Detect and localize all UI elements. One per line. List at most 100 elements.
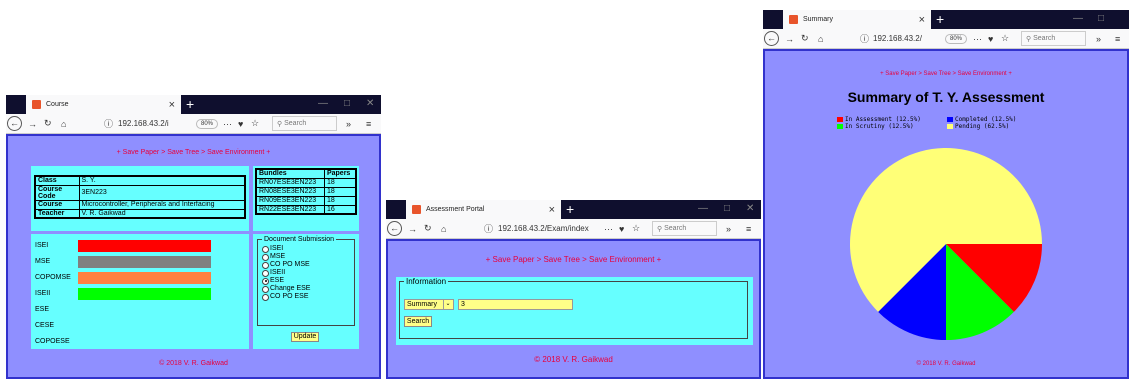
submission-option[interactable]: MSE <box>262 253 350 261</box>
overflow-icon[interactable]: » <box>346 119 351 129</box>
bookmark-icon[interactable]: ☆ <box>632 223 640 234</box>
url-field[interactable]: 192.168.43.2/Exam/index <box>498 224 589 233</box>
year-input[interactable]: 3 <box>458 299 573 310</box>
pocket-icon[interactable]: ♥ <box>619 224 624 234</box>
zoom-indicator[interactable]: 80% <box>196 118 219 129</box>
pocket-icon[interactable]: ♥ <box>238 119 243 129</box>
submission-option[interactable]: CO PO ESE <box>262 293 350 301</box>
maximize-icon[interactable]: □ <box>724 203 730 214</box>
search-icon: ⚲ <box>657 225 665 233</box>
info-label: Course <box>34 199 80 210</box>
radio-icon[interactable] <box>262 261 269 269</box>
page-actions-icon[interactable]: ··· <box>604 224 613 234</box>
search-input[interactable]: ⚲ Search <box>1021 31 1086 46</box>
footer: © 2018 V. R. Gaikwad <box>159 360 228 367</box>
info-label: Class <box>34 175 80 186</box>
radio-icon[interactable] <box>262 245 269 253</box>
bookmark-icon[interactable]: ☆ <box>1001 33 1009 44</box>
forward-icon[interactable]: → <box>785 34 794 44</box>
radio-icon[interactable] <box>262 285 269 293</box>
page-content: + Save Paper > Save Tree > Save Environm… <box>763 49 1129 379</box>
exam-status-bar <box>78 240 211 252</box>
search-input[interactable]: ⚲ Search <box>272 116 337 131</box>
legend-label: Completed (12.5%) <box>955 116 1017 123</box>
breadcrumb[interactable]: + Save Paper > Save Tree > Save Environm… <box>765 71 1127 77</box>
zoom-indicator[interactable]: 80% <box>945 33 968 44</box>
reload-icon[interactable]: ↻ <box>424 223 432 234</box>
search-input[interactable]: ⚲ Search <box>652 221 717 236</box>
menu-icon[interactable]: ≡ <box>366 119 371 129</box>
legend-label: In Assessment (12.5%) <box>845 116 921 123</box>
pocket-icon[interactable]: ♥ <box>988 34 993 44</box>
url-field[interactable]: 192.168.43.2/i <box>118 119 169 128</box>
search-placeholder: Search <box>664 225 687 232</box>
minimize-icon[interactable]: — <box>698 203 708 214</box>
overflow-icon[interactable]: » <box>726 224 731 234</box>
radio-icon[interactable] <box>262 277 269 285</box>
radio-icon[interactable] <box>262 269 269 277</box>
new-tab-icon[interactable]: + <box>186 96 194 112</box>
search-placeholder: Search <box>284 120 307 127</box>
info-label: Course Code <box>34 184 80 201</box>
search-button[interactable]: Search <box>404 316 432 327</box>
browser-tab[interactable]: Course × <box>26 95 181 114</box>
menu-icon[interactable]: ≡ <box>1115 34 1120 44</box>
url-field[interactable]: 192.168.43.2/ <box>873 34 922 43</box>
menu-icon[interactable]: ≡ <box>746 224 751 234</box>
info-row: Class S. Y. <box>34 175 246 186</box>
overflow-icon[interactable]: » <box>1096 34 1101 44</box>
new-tab-icon[interactable]: + <box>936 11 944 27</box>
bundles-header-cell: Bundles <box>255 168 325 179</box>
home-icon[interactable]: ⌂ <box>61 119 66 129</box>
home-icon[interactable]: ⌂ <box>818 34 823 44</box>
table-cell: RN07ESE3EN223 <box>255 177 325 188</box>
radio-icon[interactable] <box>262 293 269 301</box>
exam-status-bar <box>78 256 211 268</box>
submission-option[interactable]: CO PO MSE <box>262 261 350 269</box>
submission-option[interactable]: ESE <box>262 277 350 285</box>
back-icon[interactable]: ← <box>7 116 22 131</box>
breadcrumb[interactable]: + Save Paper > Save Tree > Save Environm… <box>388 255 759 264</box>
report-select[interactable]: Summary ⌄ <box>404 299 454 310</box>
browser-tab[interactable]: Assessment Portal × <box>406 200 561 219</box>
back-icon[interactable]: ← <box>387 221 402 236</box>
close-window-icon[interactable]: ✕ <box>366 98 374 109</box>
breadcrumb[interactable]: + Save Paper > Save Tree > Save Environm… <box>8 149 379 156</box>
favicon-icon <box>412 205 421 214</box>
close-tab-icon[interactable]: × <box>169 99 175 111</box>
reload-icon[interactable]: ↻ <box>44 118 52 129</box>
minimize-icon[interactable]: — <box>318 98 328 109</box>
submission-option[interactable]: ISEII <box>262 269 350 277</box>
table-cell: 16 <box>323 204 357 215</box>
submission-option[interactable]: ISEI <box>262 245 350 253</box>
maximize-icon[interactable]: □ <box>344 98 350 109</box>
bundles-table: Bundles Papers RN07ESE3EN223 18 RN08ESE3EN22… <box>255 168 357 215</box>
browser-tab[interactable]: Summary × <box>783 10 931 29</box>
update-button[interactable]: Update <box>291 332 319 342</box>
page-actions-icon[interactable]: ··· <box>223 119 232 129</box>
submission-option[interactable]: Change ESE <box>262 285 350 293</box>
reload-icon[interactable]: ↻ <box>801 33 809 44</box>
table-row: RN22ESE3EN223 16 <box>255 204 357 215</box>
close-window-icon[interactable]: ✕ <box>746 203 754 214</box>
home-icon[interactable]: ⌂ <box>441 224 446 234</box>
page-actions-icon[interactable]: ··· <box>973 34 982 44</box>
back-icon[interactable]: ← <box>764 31 779 46</box>
new-tab-icon[interactable]: + <box>566 201 574 217</box>
close-tab-icon[interactable]: × <box>919 14 925 26</box>
forward-icon[interactable]: → <box>28 119 37 129</box>
table-cell: RN08ESE3EN223 <box>255 186 325 197</box>
minimize-icon[interactable]: — <box>1073 13 1083 24</box>
submission-panel: Document Submission ISEI MSE CO PO MSE ISEI… <box>253 234 359 349</box>
bookmark-icon[interactable]: ☆ <box>251 118 259 129</box>
maximize-icon[interactable]: □ <box>1098 13 1104 24</box>
forward-icon[interactable]: → <box>408 224 417 234</box>
submission-option-label: MSE <box>270 253 286 260</box>
legend-item: In Scrutiny (12.5%) <box>837 123 914 130</box>
radio-icon[interactable] <box>262 253 269 261</box>
close-tab-icon[interactable]: × <box>549 204 555 216</box>
exam-label: ISEI <box>35 242 49 249</box>
info-value: 3EN223 <box>78 184 246 201</box>
info-row: Teacher V. R. Gaikwad <box>34 208 246 219</box>
favicon-icon <box>32 100 41 109</box>
